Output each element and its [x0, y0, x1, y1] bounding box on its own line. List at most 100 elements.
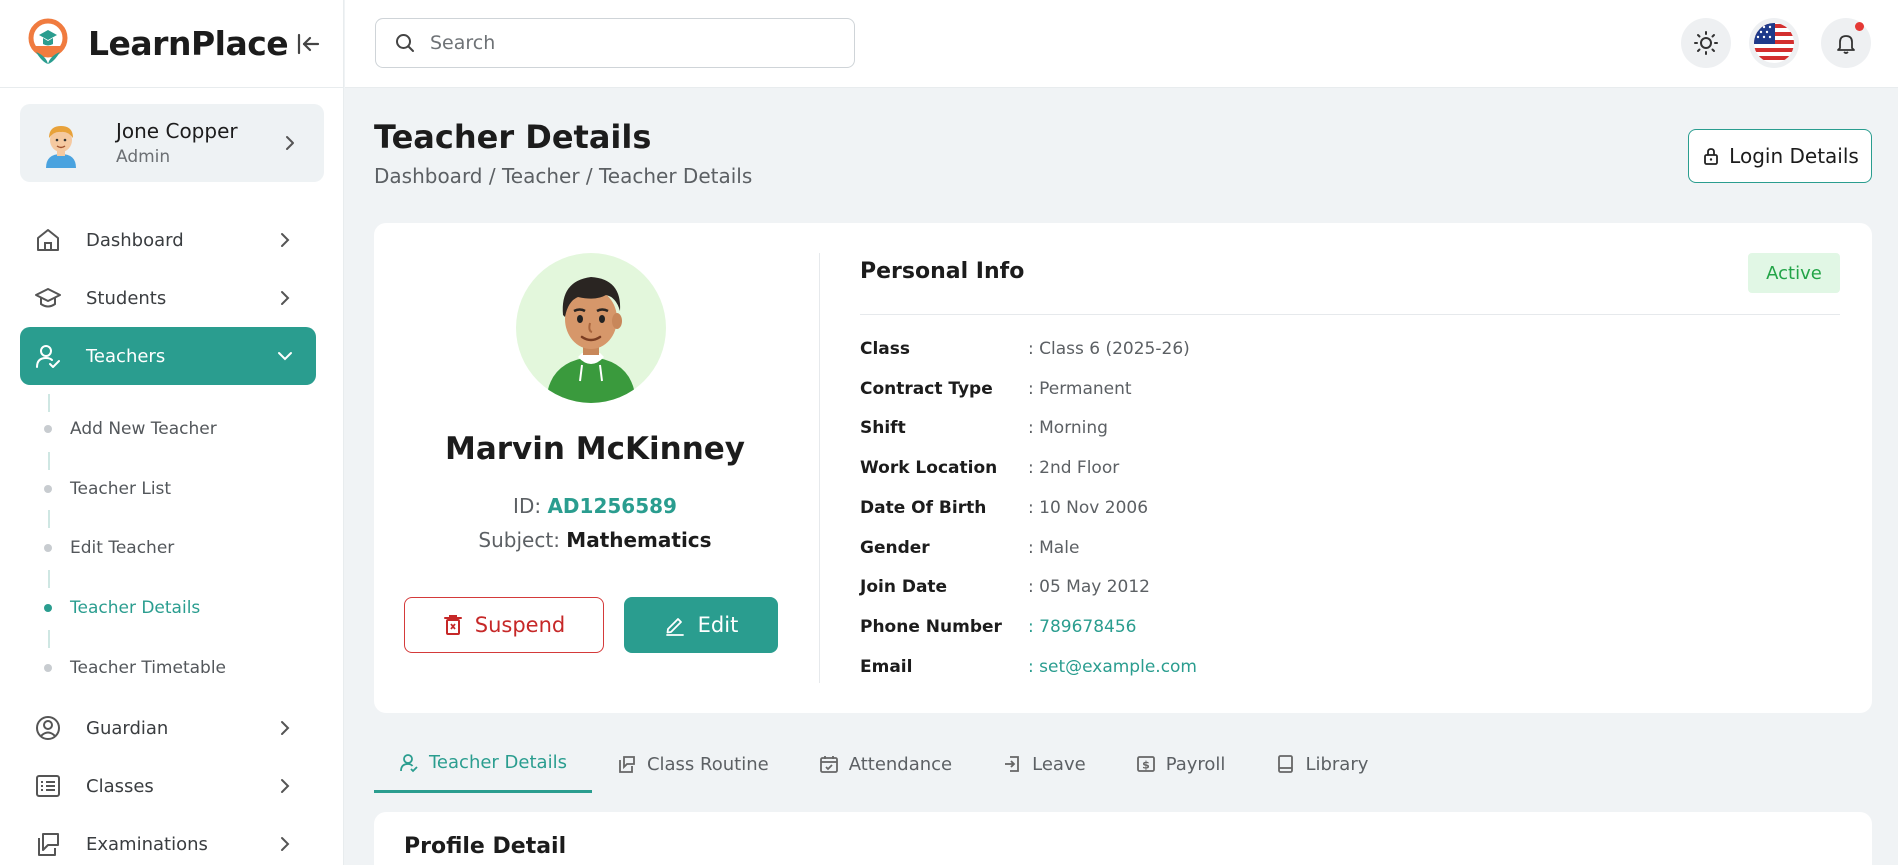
- logo-icon: [28, 18, 68, 64]
- bullet-icon: [44, 425, 52, 433]
- info-label: Join Date: [860, 577, 948, 597]
- info-value: : 2nd Floor: [1028, 458, 1120, 478]
- sidebar-subitem-teacher-details[interactable]: Teacher Details: [44, 598, 200, 618]
- submenu-connector: [48, 630, 50, 648]
- login-details-button[interactable]: Login Details: [1688, 129, 1872, 183]
- divider: [860, 314, 1840, 315]
- breadcrumb[interactable]: Dashboard / Teacher / Teacher Details: [374, 164, 752, 188]
- info-label: Date Of Birth: [860, 498, 987, 518]
- teacher-subject: Mathematics: [566, 528, 712, 552]
- sidebar-subitem-edit-teacher[interactable]: Edit Teacher: [44, 538, 174, 558]
- suspend-button[interactable]: Suspend: [404, 597, 604, 653]
- sidebar-subitem-teacher-timetable[interactable]: Teacher Timetable: [44, 658, 226, 678]
- user-circle-icon: [36, 716, 60, 740]
- info-label: Gender: [860, 538, 930, 558]
- tab-leave[interactable]: Leave: [977, 735, 1111, 793]
- tab-class-routine[interactable]: Class Routine: [592, 735, 794, 793]
- sidebar-item-students[interactable]: Students: [20, 269, 316, 327]
- tab-bar: Teacher Details Class Routine Attendance…: [374, 735, 1393, 795]
- tab-label: Attendance: [848, 753, 953, 775]
- list-icon: [36, 775, 60, 797]
- sidebar-item-label: Classes: [86, 775, 154, 797]
- login-details-label: Login Details: [1729, 144, 1859, 168]
- bullet-icon: [44, 604, 52, 612]
- sidebar-item-label: Dashboard: [86, 229, 184, 251]
- chevron-right-icon: [281, 721, 290, 735]
- tab-payroll[interactable]: $ Payroll: [1111, 735, 1251, 793]
- collapse-sidebar-icon[interactable]: [292, 28, 324, 60]
- us-flag-icon: [1754, 23, 1794, 63]
- teacher-id-label: ID:: [513, 494, 542, 518]
- bullet-icon: [44, 664, 52, 672]
- sidebar-subitem-add-new-teacher[interactable]: Add New Teacher: [44, 419, 217, 439]
- sidebar-item-label: Students: [86, 287, 167, 309]
- info-value: : Morning: [1028, 418, 1108, 438]
- avatar: [36, 118, 86, 168]
- sidebar-item-guardian[interactable]: Guardian: [20, 699, 316, 757]
- chevron-right-icon: [281, 233, 290, 247]
- teacher-name: Marvin McKinney: [445, 431, 745, 467]
- phone-link[interactable]: : 789678456: [1028, 617, 1136, 637]
- info-row-join-date: Join Date : 05 May 2012: [860, 572, 1150, 602]
- language-button[interactable]: [1749, 18, 1799, 68]
- info-value: : Class 6 (2025-26): [1028, 339, 1190, 359]
- sidebar-subitem-label: Add New Teacher: [70, 419, 217, 439]
- profile-detail-title: Profile Detail: [404, 834, 567, 859]
- notification-button[interactable]: [1821, 18, 1871, 68]
- tab-label: Class Routine: [646, 753, 769, 775]
- info-row-email: Email : set@example.com: [860, 652, 1197, 682]
- chevron-right-icon: [281, 779, 290, 793]
- tab-label: Payroll: [1165, 753, 1226, 775]
- sidebar-subitem-label: Teacher Timetable: [70, 658, 227, 678]
- tab-label: Library: [1305, 753, 1369, 775]
- sidebar-subitem-label: Teacher Details: [70, 598, 201, 618]
- tab-teacher-details[interactable]: Teacher Details: [374, 735, 592, 793]
- chevron-right-icon: [286, 136, 294, 150]
- sidebar-item-classes[interactable]: Classes: [20, 757, 316, 815]
- info-row-class: Class : Class 6 (2025-26): [860, 334, 1190, 364]
- user-role: Admin: [116, 147, 171, 167]
- theme-toggle-button[interactable]: [1681, 18, 1731, 68]
- profile-detail-card: Profile Detail: [374, 812, 1872, 865]
- submenu-connector: [48, 510, 50, 528]
- chevron-right-icon: [281, 291, 290, 305]
- sidebar-item-teachers[interactable]: Teachers: [20, 327, 316, 385]
- search-icon: [396, 34, 414, 52]
- trash-icon: [443, 615, 462, 635]
- edit-label: Edit: [697, 613, 739, 637]
- teacher-subject-label: Subject:: [478, 528, 560, 552]
- info-label: Email: [860, 657, 913, 677]
- submenu-connector: [48, 570, 50, 588]
- tab-attendance[interactable]: Attendance: [794, 735, 977, 793]
- personal-info-title: Personal Info: [860, 259, 1025, 284]
- sidebar-item-label: Teachers: [86, 345, 166, 367]
- chevron-down-icon: [278, 352, 292, 361]
- sidebar-subitem-label: Edit Teacher: [70, 538, 175, 558]
- info-row-date-of-birth: Date Of Birth : 10 Nov 2006: [860, 493, 1148, 523]
- page-title: Teacher Details: [374, 118, 652, 156]
- sidebar-item-label: Examinations: [86, 833, 208, 855]
- info-label: Class: [860, 339, 911, 359]
- user-card[interactable]: Jone Copper Admin: [20, 104, 324, 182]
- edit-button[interactable]: Edit: [624, 597, 778, 653]
- teacher-subject-line: Subject: Mathematics: [374, 528, 816, 552]
- info-label: Work Location: [860, 458, 998, 478]
- bullet-icon: [44, 544, 52, 552]
- bell-icon: [1837, 35, 1855, 54]
- sidebar-item-dashboard[interactable]: Dashboard: [20, 211, 316, 269]
- info-value: : 05 May 2012: [1028, 577, 1150, 597]
- svg-text:$: $: [1142, 759, 1150, 772]
- sidebar-subitem-label: Teacher List: [70, 479, 172, 499]
- search-input[interactable]: [430, 32, 830, 54]
- tab-library[interactable]: Library: [1250, 735, 1393, 793]
- info-value: : Permanent: [1028, 379, 1132, 399]
- sidebar-item-label: Guardian: [86, 717, 169, 739]
- user-name: Jone Copper: [116, 119, 238, 143]
- sidebar-item-examinations[interactable]: Examinations: [20, 815, 316, 865]
- info-row-work-location: Work Location : 2nd Floor: [860, 453, 1119, 483]
- sidebar-subitem-teacher-list[interactable]: Teacher List: [44, 479, 171, 499]
- email-link[interactable]: : set@example.com: [1028, 657, 1197, 677]
- edit-note-icon: [619, 756, 635, 773]
- book-icon: [1278, 755, 1294, 773]
- search-box[interactable]: [375, 18, 855, 68]
